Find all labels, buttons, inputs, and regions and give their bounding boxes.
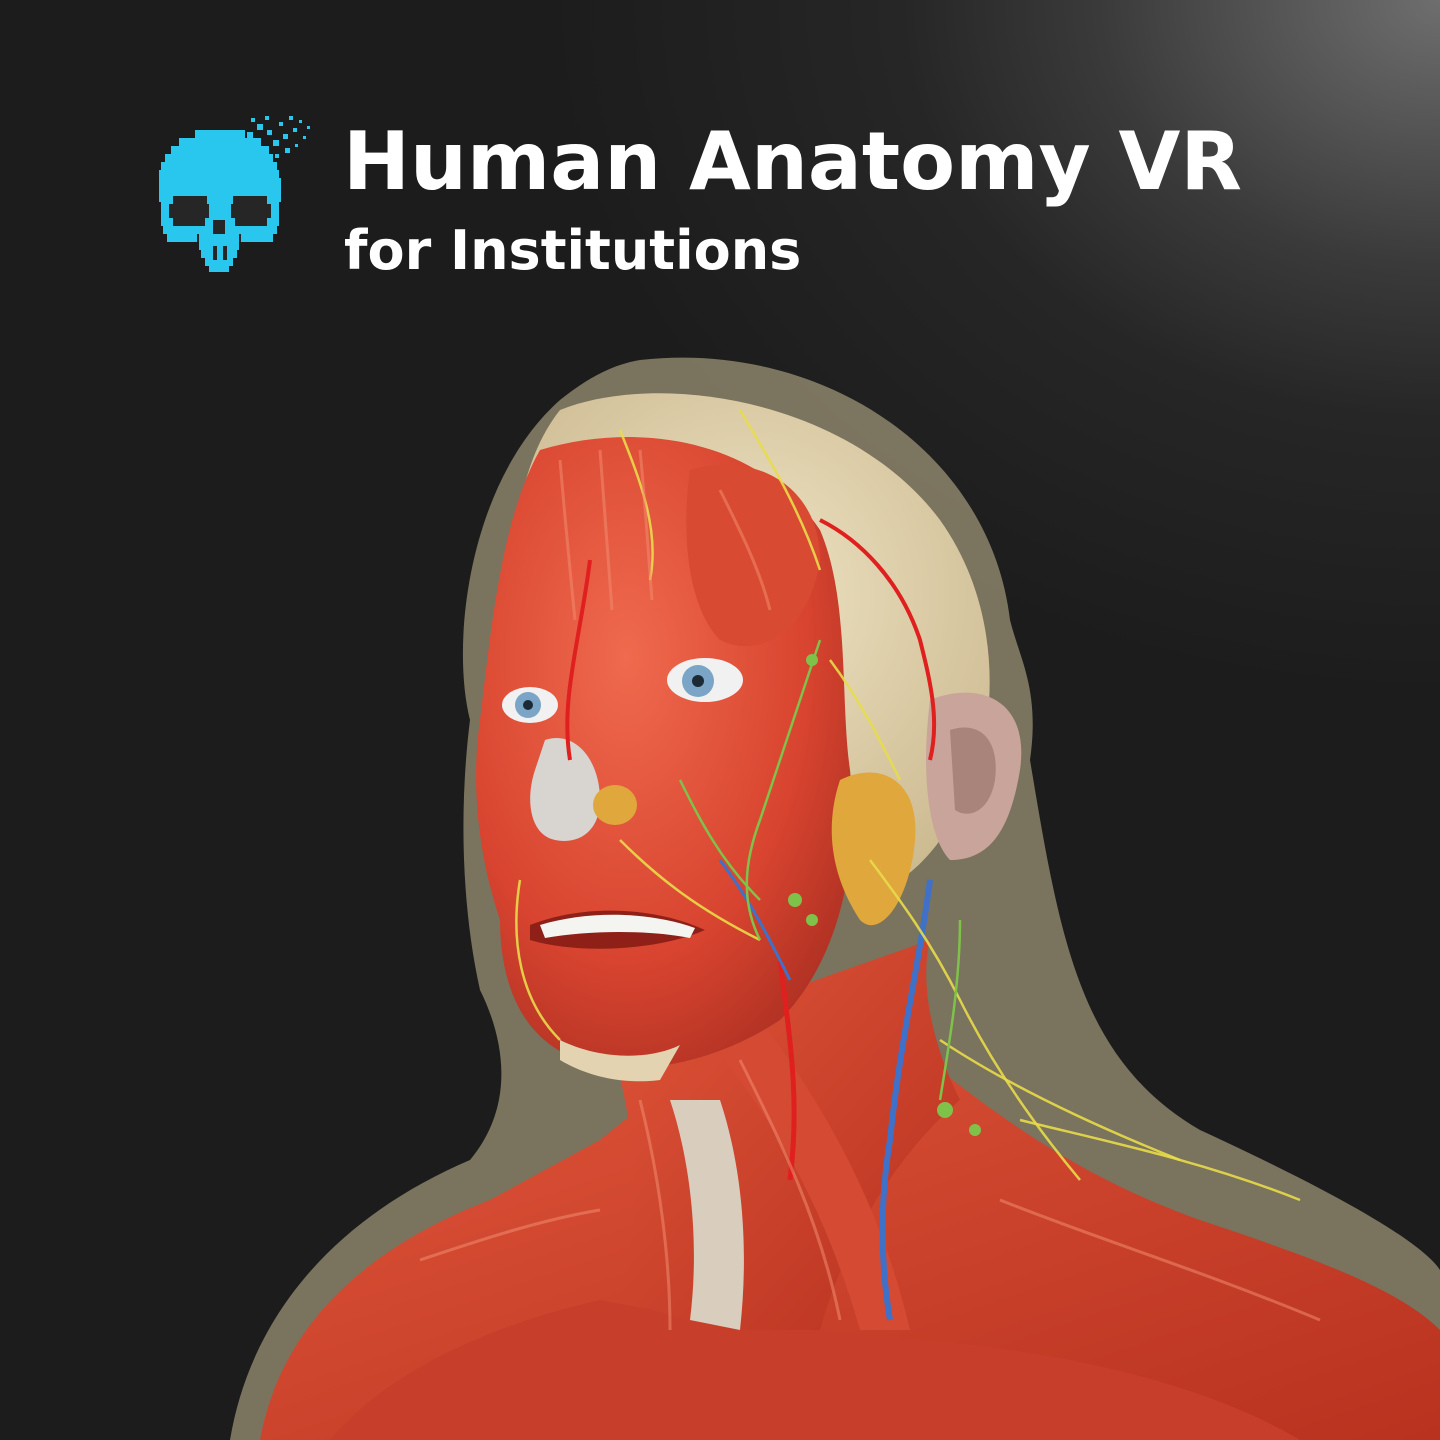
app-subtitle: for Institutions bbox=[344, 219, 802, 282]
app-title: Human Anatomy VR bbox=[343, 115, 1242, 208]
nose-gland bbox=[593, 785, 637, 825]
anatomical-head-neck-icon bbox=[230, 357, 1440, 1440]
brand-header: Human Anatomy VR for Institutions bbox=[155, 110, 1335, 290]
pixel-skull-icon bbox=[159, 116, 310, 272]
